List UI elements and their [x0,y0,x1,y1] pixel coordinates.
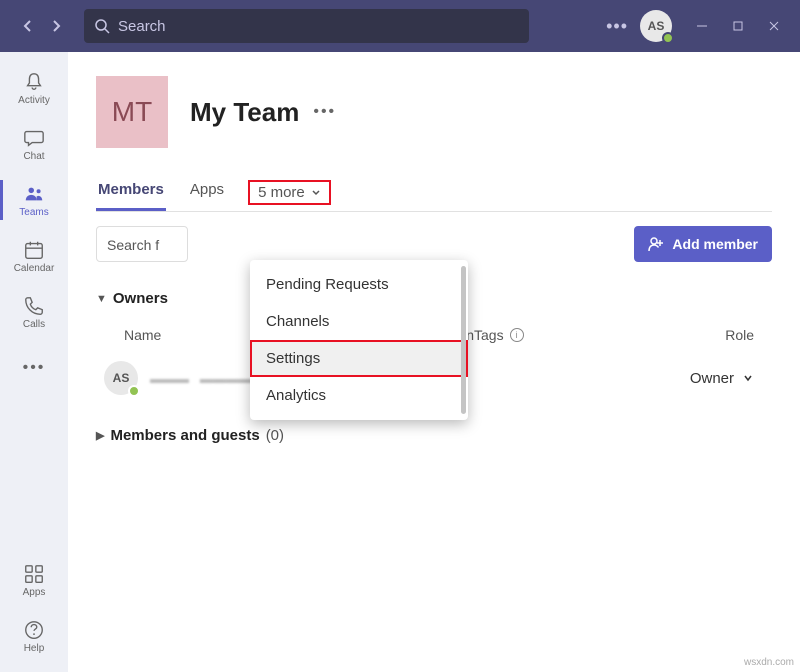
add-member-button[interactable]: Add member [634,226,772,262]
sidebar-item-apps[interactable]: Apps [0,552,68,608]
dropdown-item-channels[interactable]: Channels [250,303,468,340]
more-tabs-dropdown: Pending Requests Channels Settings Analy… [250,260,468,420]
team-header: MT My Team ••• [96,76,772,148]
window-controls [684,11,792,41]
maximize-button[interactable] [720,11,756,41]
watermark: wsxdn.com [744,657,794,668]
help-icon [23,619,45,641]
chevron-down-icon [311,188,321,198]
team-name: My Team [190,97,299,128]
forward-button[interactable] [44,14,68,38]
sidebar-item-calendar[interactable]: Calendar [0,228,68,284]
dropdown-item-settings[interactable]: Settings [250,340,468,377]
tab-more[interactable]: 5 more [248,180,331,205]
tabs: Members Apps 5 more [96,180,772,212]
members-guests-count: (0) [266,427,284,444]
presence-available-icon [128,385,140,397]
sidebar-more[interactable]: ••• [0,340,68,396]
dropdown-item-pending-requests[interactable]: Pending Requests [250,266,468,303]
search-input[interactable] [118,18,519,35]
tab-apps[interactable]: Apps [188,181,226,211]
members-guests-label: Members and guests [110,427,259,444]
teams-icon [23,183,45,205]
tab-more-label: 5 more [258,184,305,201]
members-guests-section-header[interactable]: ▶ Members and guests (0) [96,417,772,454]
search-box[interactable] [84,9,529,43]
sidebar-item-label: Help [24,643,45,654]
more-icon: ••• [23,359,46,377]
bell-icon [23,71,45,93]
titlebar-right: ••• AS [606,10,792,42]
sidebar-item-label: Activity [18,95,50,106]
search-members-input[interactable]: Search f [96,226,188,262]
member-initials: AS [113,371,130,385]
col-tags: Tags i [474,327,594,343]
caret-down-icon: ▼ [96,293,107,305]
search-icon [94,18,110,34]
avatar-initials: AS [648,19,665,33]
apps-icon [23,563,45,585]
titlebar: ••• AS [0,0,800,52]
sidebar-item-help[interactable]: Help [0,608,68,664]
phone-icon [23,295,45,317]
scrollbar[interactable] [461,266,466,414]
sidebar-item-label: Calendar [14,263,55,274]
col-role: Role [725,327,754,343]
sidebar-item-label: Calls [23,319,45,330]
caret-right-icon: ▶ [96,429,104,442]
team-icon: MT [96,76,168,148]
sidebar-item-calls[interactable]: Calls [0,284,68,340]
member-avatar[interactable]: AS [104,361,138,395]
presence-available-icon [662,32,674,44]
close-button[interactable] [756,11,792,41]
main-content: MT My Team ••• Members Apps 5 more Searc… [68,52,800,672]
add-person-icon [648,236,664,252]
sidebar: Activity Chat Teams Calendar Calls ••• A… [0,52,68,672]
sidebar-item-label: Teams [19,207,48,218]
more-options-icon[interactable]: ••• [606,16,628,37]
sidebar-item-teams[interactable]: Teams [0,172,68,228]
role-label: Owner [690,370,734,387]
role-dropdown[interactable]: Owner [690,370,754,387]
nav-arrows [8,14,76,38]
tab-members[interactable]: Members [96,181,166,211]
team-more-options[interactable]: ••• [313,103,336,121]
owners-label: Owners [113,290,168,307]
minimize-button[interactable] [684,11,720,41]
user-avatar[interactable]: AS [640,10,672,42]
back-button[interactable] [16,14,40,38]
chevron-down-icon [742,372,754,384]
toolbar: Search f Add member [96,226,772,262]
sidebar-item-label: Apps [23,587,46,598]
sidebar-item-chat[interactable]: Chat [0,116,68,172]
info-icon[interactable]: i [510,328,524,342]
chat-icon [23,127,45,149]
add-member-label: Add member [672,236,758,252]
sidebar-item-label: Chat [23,151,44,162]
calendar-icon [23,239,45,261]
sidebar-item-activity[interactable]: Activity [0,60,68,116]
dropdown-item-analytics[interactable]: Analytics [250,377,468,414]
